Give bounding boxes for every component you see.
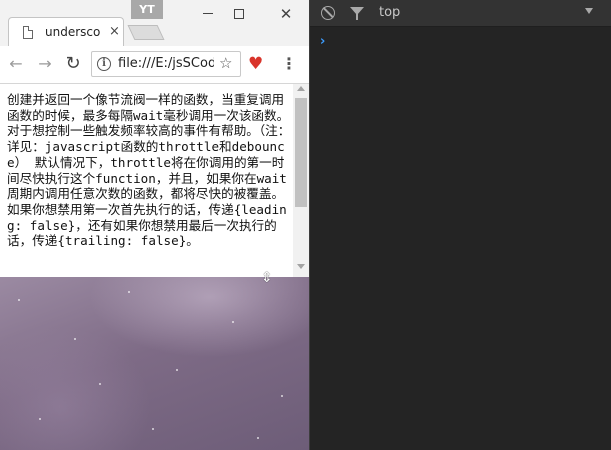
browser-toolbar: ← → ↻ i file:///E:/jsSCode ☆ ♥ ⋮ — [0, 46, 309, 84]
minimize-button[interactable] — [195, 4, 221, 24]
maximize-button[interactable] — [226, 4, 252, 24]
filter-icon[interactable] — [350, 7, 364, 20]
profile-badge[interactable]: YT — [131, 0, 163, 19]
resize-cursor-icon: ⇕ — [261, 270, 273, 286]
context-selector[interactable]: top — [379, 5, 400, 20]
console-prompt[interactable]: › — [320, 34, 325, 49]
star-icon[interactable]: ☆ — [219, 54, 232, 72]
wallpaper-star — [176, 369, 178, 371]
info-icon[interactable]: i — [97, 57, 111, 71]
tab-underscore[interactable]: underscore × — [8, 17, 124, 46]
wallpaper-star — [257, 437, 259, 439]
console-toolbar: top — [310, 0, 611, 27]
back-arrow-icon[interactable]: ← — [5, 53, 27, 75]
wallpaper-star — [232, 321, 234, 323]
wallpaper-star — [152, 428, 154, 430]
forward-arrow-icon[interactable]: → — [34, 53, 56, 75]
screen: YT ✕ underscore × ← → ↻ i file:///E:/jsS… — [0, 0, 611, 450]
close-window-button[interactable]: ✕ — [273, 4, 299, 24]
kebab-menu-icon[interactable]: ⋮ — [281, 54, 297, 73]
address-bar[interactable]: i file:///E:/jsSCode ☆ — [91, 51, 241, 77]
scroll-up-arrow-icon[interactable] — [297, 86, 305, 91]
title-bar: YT ✕ underscore × — [0, 0, 309, 46]
url-text[interactable]: file:///E:/jsSCode — [118, 56, 214, 73]
wallpaper-star — [39, 418, 41, 420]
page-content: 创建并返回一个像节流阀一样的函数，当重复调用函数的时候，最多每隔wait毫秒调用… — [0, 84, 293, 277]
documentation-text: 创建并返回一个像节流阀一样的函数，当重复调用函数的时候，最多每隔wait毫秒调用… — [7, 92, 291, 249]
scroll-thumb[interactable] — [295, 98, 307, 207]
wallpaper-star — [281, 395, 283, 397]
scroll-down-arrow-icon[interactable] — [297, 264, 305, 269]
new-tab-button[interactable] — [127, 25, 165, 40]
close-icon: ✕ — [279, 5, 293, 23]
heart-extension-icon[interactable]: ♥ — [248, 54, 263, 74]
desktop-wallpaper — [0, 277, 309, 450]
clear-console-icon[interactable] — [321, 6, 335, 20]
wallpaper-star — [18, 299, 20, 301]
reload-icon[interactable]: ↻ — [62, 53, 84, 75]
wallpaper-star — [99, 383, 101, 385]
tab-close-icon[interactable]: × — [109, 24, 120, 39]
maximize-icon — [234, 8, 244, 19]
tab-title: underscore — [45, 25, 101, 39]
devtools-console: top › — [309, 0, 611, 450]
wallpaper-star — [74, 338, 76, 340]
dropdown-arrow-icon[interactable] — [585, 8, 593, 14]
wallpaper-star — [128, 291, 130, 293]
browser-window: YT ✕ underscore × ← → ↻ i file:///E:/jsS… — [0, 0, 309, 277]
vertical-scrollbar[interactable] — [293, 84, 309, 277]
doc-icon — [23, 26, 33, 39]
minimize-icon — [203, 13, 213, 14]
